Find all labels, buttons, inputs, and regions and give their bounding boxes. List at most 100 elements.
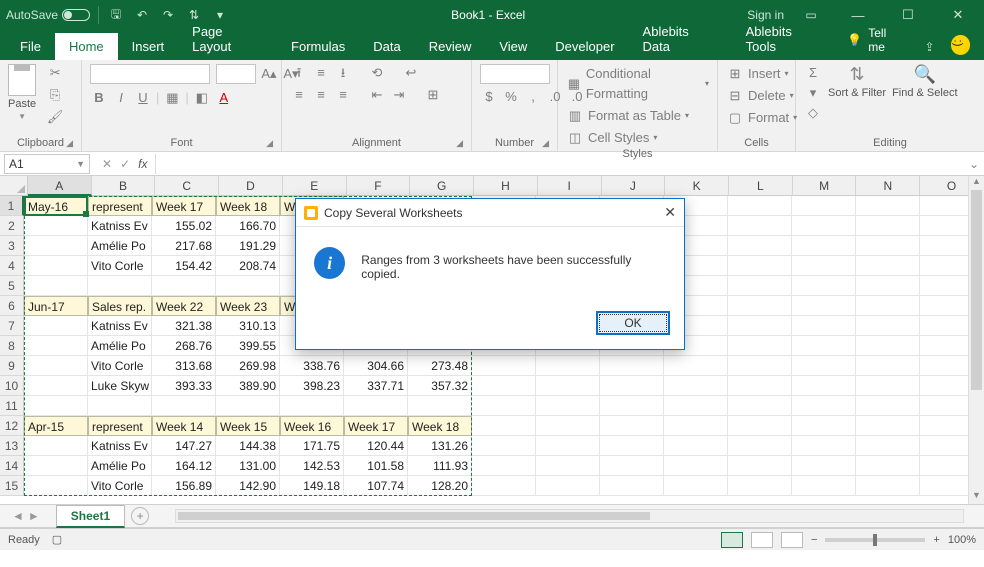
dialog-titlebar[interactable]: Copy Several Worksheets ✕: [296, 199, 684, 227]
cell[interactable]: 393.33: [152, 376, 216, 396]
cell[interactable]: [536, 436, 600, 456]
select-all-triangle[interactable]: [0, 176, 28, 196]
currency-icon[interactable]: $: [480, 88, 498, 106]
cell[interactable]: [24, 216, 88, 236]
tab-insert[interactable]: Insert: [118, 33, 179, 60]
cell[interactable]: [856, 276, 920, 296]
cell[interactable]: [600, 416, 664, 436]
cell[interactable]: Vito Corle: [88, 356, 152, 376]
cell[interactable]: Week 18: [216, 196, 280, 216]
cell[interactable]: [856, 396, 920, 416]
cell[interactable]: Week 17: [152, 196, 216, 216]
cell[interactable]: [792, 476, 856, 496]
column-header[interactable]: A: [28, 176, 92, 196]
column-header[interactable]: D: [219, 176, 283, 196]
save-icon[interactable]: 🖫: [107, 5, 125, 26]
cell[interactable]: [728, 416, 792, 436]
cell[interactable]: 131.00: [216, 456, 280, 476]
copy-icon[interactable]: ⎘: [46, 86, 64, 104]
cell[interactable]: Week 22: [152, 296, 216, 316]
cell[interactable]: Amélie Po: [88, 456, 152, 476]
cell[interactable]: Jun-17: [24, 296, 88, 316]
column-header[interactable]: K: [665, 176, 729, 196]
cell[interactable]: 399.55: [216, 336, 280, 356]
cell[interactable]: [536, 456, 600, 476]
cell[interactable]: [664, 476, 728, 496]
cell[interactable]: 166.70: [216, 216, 280, 236]
underline-button[interactable]: U: [134, 89, 152, 107]
cell[interactable]: [24, 236, 88, 256]
row-header[interactable]: 4: [0, 256, 24, 276]
cell[interactable]: [600, 356, 664, 376]
cell[interactable]: 154.42: [152, 256, 216, 276]
view-page-break-button[interactable]: [781, 532, 803, 548]
column-header[interactable]: H: [474, 176, 538, 196]
close-button[interactable]: ✕: [938, 7, 978, 23]
cell[interactable]: [152, 396, 216, 416]
cell[interactable]: 120.44: [344, 436, 408, 456]
name-box[interactable]: A1 ▼: [4, 154, 90, 174]
cell[interactable]: [664, 396, 728, 416]
cell[interactable]: [536, 356, 600, 376]
cell[interactable]: [664, 436, 728, 456]
cell[interactable]: [728, 316, 792, 336]
cell[interactable]: [24, 456, 88, 476]
cell[interactable]: [664, 416, 728, 436]
cell[interactable]: 156.89: [152, 476, 216, 496]
cell[interactable]: [472, 456, 536, 476]
cell[interactable]: [152, 276, 216, 296]
italic-button[interactable]: I: [112, 89, 130, 107]
cell[interactable]: [856, 216, 920, 236]
column-header[interactable]: G: [410, 176, 474, 196]
cell[interactable]: [24, 336, 88, 356]
cell[interactable]: [24, 256, 88, 276]
format-painter-icon[interactable]: 🖌: [46, 108, 64, 126]
cell[interactable]: [792, 416, 856, 436]
row-header[interactable]: 1: [0, 196, 24, 216]
cell[interactable]: 304.66: [344, 356, 408, 376]
cell[interactable]: represent: [88, 416, 152, 436]
cell[interactable]: [856, 316, 920, 336]
cell[interactable]: [728, 396, 792, 416]
cell[interactable]: 310.13: [216, 316, 280, 336]
zoom-out-button[interactable]: −: [811, 534, 817, 546]
cell[interactable]: 268.76: [152, 336, 216, 356]
align-center-icon[interactable]: ≡: [312, 86, 330, 104]
dialog-ok-button[interactable]: OK: [596, 311, 670, 335]
cell[interactable]: [856, 416, 920, 436]
cell[interactable]: Week 16: [280, 416, 344, 436]
zoom-in-button[interactable]: +: [933, 534, 939, 546]
cell[interactable]: [88, 276, 152, 296]
tell-me-search[interactable]: 💡 Tell me: [837, 20, 914, 60]
cell[interactable]: [24, 396, 88, 416]
align-left-icon[interactable]: ≡: [290, 86, 308, 104]
cell[interactable]: [24, 476, 88, 496]
cell[interactable]: 321.38: [152, 316, 216, 336]
tab-formulas[interactable]: Formulas: [277, 33, 359, 60]
cell[interactable]: [792, 236, 856, 256]
cell[interactable]: [728, 216, 792, 236]
row-header[interactable]: 15: [0, 476, 24, 496]
cell[interactable]: [600, 436, 664, 456]
cell-styles-button[interactable]: ◫Cell Styles▾: [566, 128, 657, 148]
autosum-icon[interactable]: Σ: [804, 64, 822, 82]
cell[interactable]: [536, 476, 600, 496]
cell[interactable]: Vito Corle: [88, 476, 152, 496]
column-header[interactable]: B: [92, 176, 156, 196]
tab-file[interactable]: File: [6, 33, 55, 60]
cell[interactable]: Katniss Ev: [88, 316, 152, 336]
cell[interactable]: [856, 296, 920, 316]
cell[interactable]: [792, 276, 856, 296]
cell[interactable]: [24, 356, 88, 376]
cell[interactable]: 313.68: [152, 356, 216, 376]
zoom-level[interactable]: 100%: [948, 534, 976, 546]
cell[interactable]: represent: [88, 196, 152, 216]
tab-view[interactable]: View: [485, 33, 541, 60]
percent-icon[interactable]: %: [502, 88, 520, 106]
cell[interactable]: [600, 396, 664, 416]
sheet-nav-next-icon[interactable]: ►: [28, 509, 40, 523]
cell[interactable]: Week 15: [216, 416, 280, 436]
paste-button[interactable]: Paste ▼: [8, 64, 36, 121]
cell[interactable]: Apr-15: [24, 416, 88, 436]
row-header[interactable]: 11: [0, 396, 24, 416]
